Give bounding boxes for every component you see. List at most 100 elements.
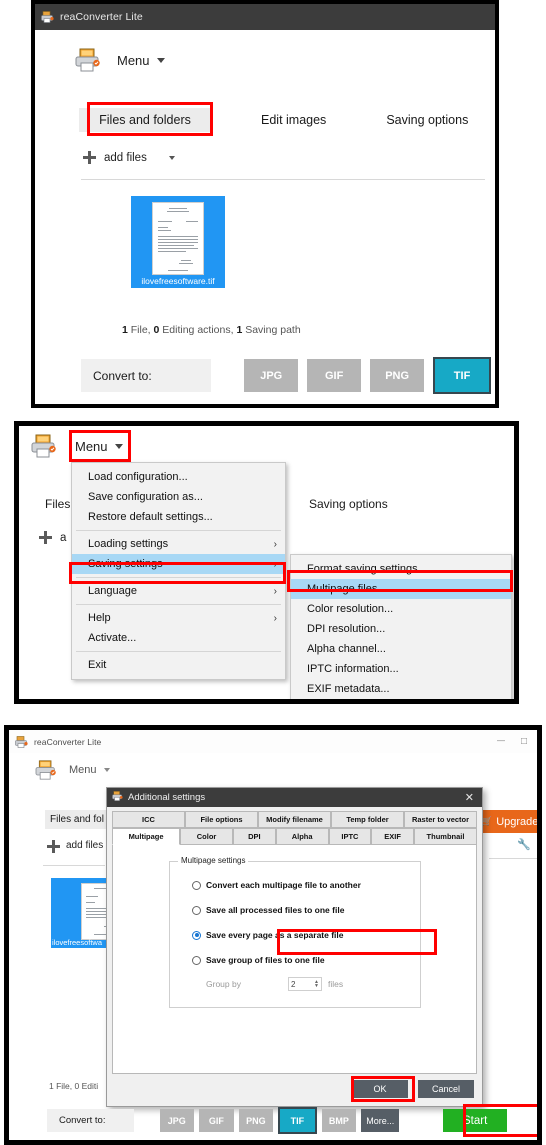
menu-item-label: Activate... xyxy=(88,632,137,644)
panel-menu-expanded: Menu Files Saving options a Load configu… xyxy=(14,421,519,704)
minimize-button[interactable]: — xyxy=(497,736,505,747)
tab-saving-options[interactable]: Saving options xyxy=(376,108,478,132)
format-button-jpg[interactable]: JPG xyxy=(244,359,299,392)
option-label: Save group of files to one file xyxy=(206,955,325,965)
format-button-png[interactable]: PNG xyxy=(370,359,425,392)
highlight-menu-button xyxy=(69,430,131,462)
dialog-tab-temp-folder[interactable]: Temp folder xyxy=(331,811,404,828)
printer-icon xyxy=(31,434,57,458)
status-actions-label: Editing actions, xyxy=(162,324,234,336)
submenu-item-color-resolution[interactable]: Color resolution... xyxy=(291,599,511,619)
add-files-button[interactable]: a xyxy=(39,531,66,544)
printer-icon xyxy=(15,735,28,748)
menu-button-label[interactable]: Menu xyxy=(117,53,150,68)
highlight-save-every-page xyxy=(277,929,437,955)
option-save-group-to-one[interactable]: Save group of files to one file xyxy=(192,955,325,965)
menu-item-language[interactable]: Language › xyxy=(72,581,285,601)
option-convert-each-multipage[interactable]: Convert each multipage file to another xyxy=(192,880,361,890)
menu-item-help[interactable]: Help › xyxy=(72,608,285,628)
menu-item-restore-default-settings[interactable]: Restore default settings... xyxy=(72,507,285,527)
tab-files-and-folders[interactable]: Files and fol xyxy=(45,810,109,829)
format-button-jpg[interactable]: JPG xyxy=(159,1109,195,1132)
option-label: Save all processed files to one file xyxy=(206,905,345,915)
menu-item-exit[interactable]: Exit xyxy=(72,655,285,675)
plus-icon xyxy=(47,840,60,853)
dialog-titlebar: Additional settings ✕ xyxy=(107,788,482,807)
dialog-tab-dpi[interactable]: DPI xyxy=(233,828,276,845)
radio-icon[interactable] xyxy=(192,905,201,915)
submenu-item-exif-metadata[interactable]: EXIF metadata... xyxy=(291,679,511,699)
caret-down-icon[interactable] xyxy=(156,57,165,63)
convert-bar: Convert to: JPG GIF PNG TIF xyxy=(81,357,492,394)
format-button-tif[interactable]: TIF xyxy=(433,357,492,394)
option-save-all-to-one[interactable]: Save all processed files to one file xyxy=(192,905,344,915)
titlebar: reaConverter Lite xyxy=(35,4,495,30)
menu-item-label: Language xyxy=(88,585,137,597)
menu-row: Menu xyxy=(75,48,165,72)
upgrade-button[interactable]: 🛒 Upgrade xyxy=(475,810,537,833)
wrench-icon[interactable]: 🔧 xyxy=(517,838,531,851)
format-button-bmp[interactable]: BMP xyxy=(321,1109,357,1132)
format-button-gif[interactable]: GIF xyxy=(307,359,362,392)
add-files-label: add files xyxy=(104,151,147,164)
cancel-button[interactable]: Cancel xyxy=(418,1080,474,1098)
submenu-item-dpi-resolution[interactable]: DPI resolution... xyxy=(291,619,511,639)
dialog-tab-raster-to-vector[interactable]: Raster to vector xyxy=(404,811,477,828)
menu-button-label[interactable]: Menu xyxy=(69,764,97,776)
maximize-button[interactable]: □ xyxy=(521,736,527,747)
dialog-tab-color[interactable]: Color xyxy=(180,828,233,845)
tab-edit-images[interactable]: Edit images xyxy=(251,108,336,132)
dialog-tab-row-2: Multipage Color DPI Alpha IPTC EXIF Thum… xyxy=(112,828,478,845)
status-paths-label: Saving path xyxy=(245,324,301,336)
menu-item-label: EXIF metadata... xyxy=(307,683,390,695)
menu-item-label: Save configuration as... xyxy=(88,491,203,503)
highlight-multipage-files xyxy=(287,570,513,592)
menu-item-activate[interactable]: Activate... xyxy=(72,628,285,648)
menu-item-label: Load configuration... xyxy=(88,471,188,483)
file-name-label: ilovefreesoftware.tif xyxy=(141,276,215,286)
dialog-title: Additional settings xyxy=(128,792,206,803)
chevron-right-icon: › xyxy=(273,538,277,550)
menu-item-label: Loading settings xyxy=(88,538,169,550)
radio-icon[interactable] xyxy=(192,930,201,940)
dialog-tab-exif[interactable]: EXIF xyxy=(371,828,414,845)
format-button-tif[interactable]: TIF xyxy=(278,1107,317,1134)
dialog-tab-thumbnail[interactable]: Thumbnail xyxy=(413,828,478,845)
printer-icon xyxy=(112,791,123,804)
add-files-button[interactable]: add files xyxy=(47,840,104,853)
add-files-label: add files xyxy=(66,840,104,851)
close-icon[interactable]: ✕ xyxy=(465,791,482,804)
dialog-tab-icc[interactable]: ICC xyxy=(112,811,185,828)
group-by-stepper[interactable]: 2 ▲ ▼ xyxy=(288,977,322,991)
caret-down-icon[interactable] xyxy=(103,768,110,772)
file-thumbnail[interactable]: ilovefreesoftwa xyxy=(51,878,125,948)
submenu-item-iptc-information[interactable]: IPTC information... xyxy=(291,659,511,679)
menu-item-load-configuration[interactable]: Load configuration... xyxy=(72,467,285,487)
dialog-tab-iptc[interactable]: IPTC xyxy=(328,828,372,845)
dialog-tab-alpha[interactable]: Alpha xyxy=(275,828,329,845)
dialog-tab-multipage[interactable]: Multipage xyxy=(112,828,181,845)
menu-item-save-configuration-as[interactable]: Save configuration as... xyxy=(72,487,285,507)
status-line: 1 File, 0 Editi xyxy=(49,1081,99,1091)
file-name-label: ilovefreesoftwa xyxy=(52,938,103,947)
dialog-tab-file-options[interactable]: File options xyxy=(185,811,258,828)
menu-item-loading-settings[interactable]: Loading settings › xyxy=(72,534,285,554)
format-button-more[interactable]: More... xyxy=(361,1109,400,1132)
dialog-tab-modify-filename[interactable]: Modify filename xyxy=(258,811,331,828)
caret-down-icon[interactable] xyxy=(540,845,542,849)
titlebar-title: reaConverter Lite xyxy=(60,11,143,23)
convert-to-label: Convert to: xyxy=(47,1109,134,1132)
stepper-arrows-icon[interactable]: ▲ ▼ xyxy=(314,980,319,989)
chevron-right-icon: › xyxy=(273,585,277,597)
file-thumbnail[interactable]: ilovefreesoftware.tif xyxy=(131,196,225,288)
radio-icon[interactable] xyxy=(192,880,201,890)
format-button-png[interactable]: PNG xyxy=(238,1109,274,1132)
add-files-label: a xyxy=(60,531,67,544)
caret-down-icon[interactable] xyxy=(168,155,175,160)
add-files-button[interactable]: add files xyxy=(83,151,175,164)
additional-settings-dialog: Additional settings ✕ ICC File options M… xyxy=(106,787,483,1107)
format-button-gif[interactable]: GIF xyxy=(199,1109,234,1132)
radio-icon[interactable] xyxy=(192,955,201,965)
submenu-item-alpha-channel[interactable]: Alpha channel... xyxy=(291,639,511,659)
tab-saving-options[interactable]: Saving options xyxy=(299,492,398,516)
